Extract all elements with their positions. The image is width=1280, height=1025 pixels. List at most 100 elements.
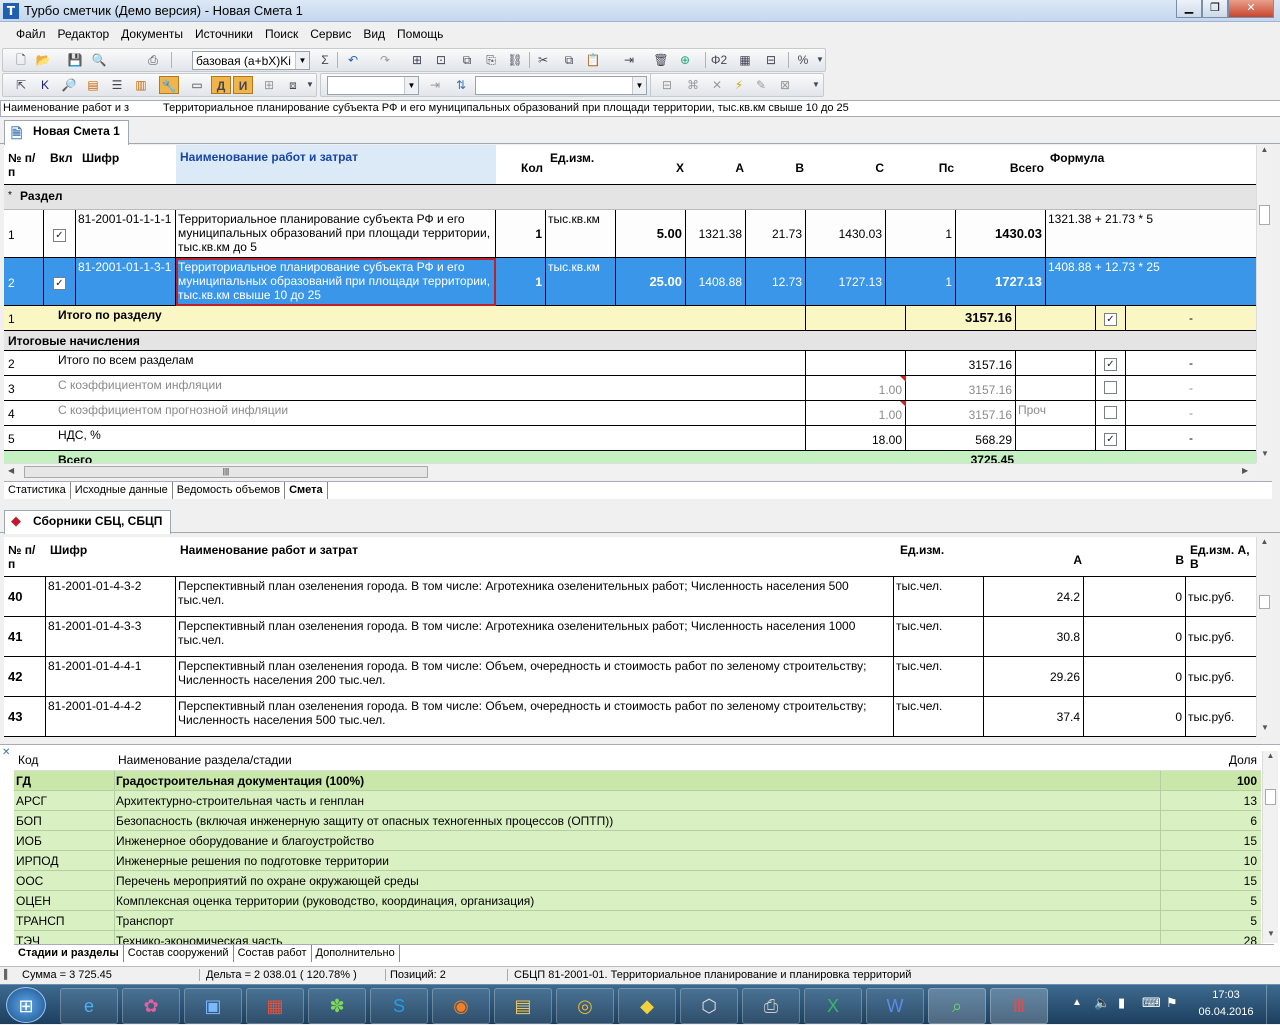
section-row[interactable]: * Раздел — [4, 185, 1256, 210]
catalog-row[interactable]: 41 81-2001-01-4-3-3 Перспективный план озе… — [4, 617, 1256, 657]
clipboard-icon[interactable]: 📋 — [583, 51, 603, 69]
include-checkbox[interactable] — [1104, 381, 1117, 394]
grid-off-icon[interactable]: ⊞ — [259, 76, 279, 94]
toolbar-overflow-icon[interactable]: ▼ — [815, 51, 825, 69]
menu-search[interactable]: Поиск — [259, 22, 304, 46]
tab-additional[interactable]: Дополнительно — [312, 945, 400, 962]
include-checkbox[interactable]: ✓ — [53, 277, 66, 290]
include-checkbox[interactable]: ✓ — [1104, 358, 1117, 371]
paste-icon[interactable]: ⎘ — [481, 51, 501, 69]
row-name[interactable]: Территориальное планирование субъекта РФ… — [176, 258, 496, 306]
chrome-icon[interactable]: ◎ — [556, 988, 614, 1024]
wrench-icon[interactable]: 🔧 — [159, 76, 179, 94]
tab-estimate[interactable]: Смета — [285, 482, 328, 499]
catalog-row[interactable]: 40 81-2001-01-4-3-2 Перспективный план озе… — [4, 577, 1256, 617]
d-toggle-button[interactable]: Д — [211, 76, 231, 94]
estimate-horizontal-scrollbar[interactable]: ◀ ||| ▶ — [4, 463, 1256, 479]
lotus-app-icon[interactable]: ✿ — [122, 988, 180, 1024]
scroll-up-icon[interactable]: ▲ — [1263, 751, 1278, 760]
word-icon[interactable]: W — [866, 988, 924, 1024]
restore-button[interactable]: ❐ — [1202, 0, 1228, 18]
preview-icon[interactable]: 🔍 — [89, 51, 109, 69]
tab-statistics[interactable]: Статистика — [4, 482, 71, 499]
catalog-row[interactable]: 43 81-2001-01-4-4-2 Перспективный план озе… — [4, 697, 1256, 737]
copy-item-icon[interactable]: ⧉ — [457, 51, 477, 69]
totals-row[interactable]: 3С коэффициентом инфляции 1.00 3157.16 - — [4, 376, 1256, 401]
col-name-header[interactable]: Наименование работ и затрат — [176, 145, 496, 184]
include-checkbox[interactable]: ✓ — [1104, 313, 1117, 326]
scroll-thumb[interactable] — [1259, 595, 1270, 609]
stage-row[interactable]: ГД Градостроительная документация (100%) 1… — [14, 771, 1261, 791]
search-select[interactable]: ▼ — [475, 76, 647, 95]
tab-new-estimate[interactable]: 🗎 Новая Смета 1 — [4, 120, 129, 145]
toolbar2-overflow-icon[interactable]: ▼ — [305, 76, 315, 94]
icq-icon[interactable]: ✽ — [308, 988, 366, 1024]
clock-time[interactable]: 17:03 — [1196, 989, 1256, 1001]
language-icon[interactable]: ⌨ — [1142, 995, 1161, 1011]
eraser-icon[interactable]: ✕ — [707, 76, 727, 94]
print-icon[interactable]: ⎙ — [143, 51, 163, 69]
undo-icon[interactable]: ↶ — [343, 51, 363, 69]
internet-explorer-icon[interactable]: e — [60, 988, 118, 1024]
batman-app-icon[interactable]: ◆ — [618, 988, 676, 1024]
save-icon[interactable]: 💾 — [65, 51, 85, 69]
split-icon[interactable]: ⊟ — [761, 51, 781, 69]
close-panel-icon[interactable]: ✕ — [2, 747, 10, 758]
show-desktop-button[interactable] — [1266, 985, 1280, 1025]
printer-icon[interactable]: ⎙ — [742, 988, 800, 1024]
scroll-thumb[interactable] — [1259, 205, 1270, 225]
tab-stages[interactable]: Стадии и разделы — [14, 945, 124, 962]
phi-button[interactable]: Φ2 — [709, 51, 729, 69]
open-folder-icon[interactable]: 📂 — [33, 51, 53, 69]
scroll-left-icon[interactable]: ◀ — [8, 466, 14, 475]
crystal-app-icon[interactable]: ⬡ — [680, 988, 738, 1024]
frame-icon[interactable]: ▭ — [187, 76, 207, 94]
firefox-icon[interactable]: ◉ — [432, 988, 490, 1024]
pen-icon[interactable]: ✎ — [751, 76, 771, 94]
zoom-window-icon[interactable]: ⧈ — [283, 76, 303, 94]
add-row-icon[interactable]: ⊕ — [675, 51, 695, 69]
start-orb-icon[interactable]: ⊞ — [6, 987, 46, 1023]
search-app-icon[interactable]: ⌕ — [928, 988, 986, 1024]
filter-icon[interactable]: ⚡ — [729, 76, 749, 94]
grid-icon[interactable]: ▤ — [83, 76, 103, 94]
scroll-up-icon[interactable]: ▲ — [1257, 145, 1272, 154]
turbo-app-icon[interactable]: Ⅲ — [990, 988, 1048, 1024]
totals-row[interactable]: 4С коэффициентом прогнозной инфляции 1.00… — [4, 401, 1256, 426]
flag-icon[interactable]: ⚑ — [1166, 995, 1178, 1011]
filter-apply-icon[interactable]: ⇥ — [425, 76, 445, 94]
totals-row[interactable]: 5 НДС, % 18.00 568.29 ✓ - — [4, 426, 1256, 451]
remote-app-icon[interactable]: ▣ — [184, 988, 242, 1024]
section-total-row[interactable]: 1 Итого по разделу 3157.16 ✓ - — [4, 306, 1256, 331]
excel-icon[interactable]: X — [804, 988, 862, 1024]
stamp-icon[interactable]: ⊠ — [775, 76, 795, 94]
lock-icon[interactable]: ⊟ — [657, 76, 677, 94]
delete-icon[interactable]: 🗑 — [651, 51, 671, 69]
k-icon[interactable]: K — [35, 76, 55, 94]
network-icon[interactable]: ▮ — [1118, 995, 1125, 1011]
clock-date[interactable]: 06.04.2016 — [1196, 1006, 1256, 1018]
sum-icon[interactable]: Σ — [315, 51, 335, 69]
tag-icon[interactable]: ⌘ — [683, 76, 703, 94]
tab-source-data[interactable]: Исходные данные — [71, 482, 173, 499]
copy-icon[interactable]: ⧉ — [559, 51, 579, 69]
stage-row[interactable]: АРСГ Архитектурно-строительная часть и ге… — [14, 791, 1261, 811]
stage-row[interactable]: БОП Безопасность (включая инженерную защи… — [14, 811, 1261, 831]
totals-coef[interactable]: 1.00 — [806, 401, 906, 426]
menu-view[interactable]: Вид — [357, 22, 391, 46]
insert-item-icon[interactable]: ⊡ — [431, 51, 451, 69]
scroll-thumb[interactable] — [1265, 789, 1276, 805]
scroll-down-icon[interactable]: ▼ — [1257, 723, 1273, 732]
tray-expand-icon[interactable]: ▲ — [1072, 997, 1082, 1008]
estimate-row-selected[interactable]: 2 ✓ 81-2001-01-1-3-1 Территориальное пла… — [4, 258, 1256, 306]
link-icon[interactable]: ⛓ — [505, 51, 525, 69]
menu-sources[interactable]: Источники — [189, 22, 259, 46]
tab-structures[interactable]: Состав сооружений — [124, 945, 234, 962]
filter-select[interactable]: ▼ — [327, 76, 419, 95]
stage-row[interactable]: ОЦЕН Комплексная оценка территории (руков… — [14, 891, 1261, 911]
scroll-right-icon[interactable]: ▶ — [1242, 466, 1248, 475]
menu-help[interactable]: Помощь — [391, 22, 449, 46]
minimize-button[interactable]: ▁ — [1176, 0, 1202, 18]
list-icon[interactable]: ☰ — [107, 76, 127, 94]
skype-icon[interactable]: S — [370, 988, 428, 1024]
